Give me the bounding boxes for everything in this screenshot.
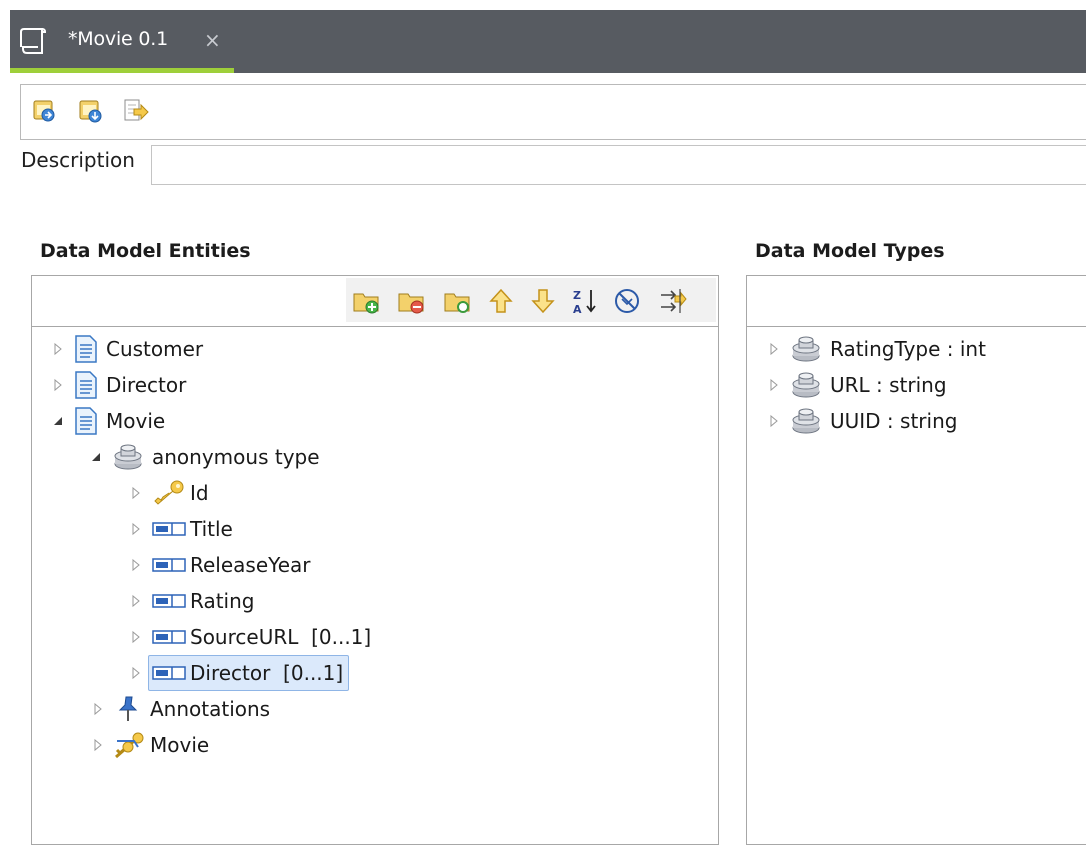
keys-icon <box>115 732 144 759</box>
tree-item-source-url[interactable]: SourceURL [0...1] <box>128 620 371 654</box>
editor-toolbar <box>20 84 1086 140</box>
tree-item-customer[interactable]: Customer <box>50 332 203 366</box>
pushpin-icon <box>118 696 138 721</box>
editor-tab-movie[interactable]: *Movie 0.1 × <box>10 10 234 73</box>
tree-item-anonymous-type[interactable]: anonymous type <box>88 440 320 474</box>
tree-item-label: Director [0...1] <box>190 661 344 685</box>
expand-arrow-icon[interactable] <box>128 593 144 609</box>
expand-arrow-icon[interactable] <box>128 665 144 681</box>
expand-arrow-icon[interactable] <box>90 701 106 717</box>
tree-item-id[interactable]: Id <box>128 476 209 510</box>
tree-item-label: ReleaseYear <box>190 553 311 577</box>
types-section-title: Data Model Types <box>755 240 945 262</box>
simple-element-icon <box>152 558 186 572</box>
sort-az-icon[interactable]: Z A <box>570 286 600 316</box>
simple-element-icon <box>152 594 186 608</box>
entity-document-icon <box>75 335 97 363</box>
complex-type-icon <box>114 444 142 470</box>
tree-item-label: Customer <box>106 337 204 361</box>
tree-item-label: Id <box>190 481 209 505</box>
expand-arrow-icon[interactable] <box>128 629 144 645</box>
expand-arrow-icon[interactable] <box>128 521 144 537</box>
entities-section-title: Data Model Entities <box>40 240 251 262</box>
tree-item-movie[interactable]: Movie <box>50 404 165 438</box>
tree-item-label: Title <box>190 517 233 541</box>
type-item[interactable]: RatingType : int <box>766 332 986 366</box>
editor-tab-title: *Movie 0.1 <box>68 28 168 50</box>
top-margin <box>0 0 1086 10</box>
collapse-arrow-icon[interactable] <box>88 449 104 465</box>
svg-text:A: A <box>573 303 582 316</box>
complex-type-icon <box>792 372 820 398</box>
expand-arrow-icon[interactable] <box>90 737 106 753</box>
tree-item-label: anonymous type <box>152 445 320 469</box>
expand-arrow-icon[interactable] <box>128 557 144 573</box>
description-input[interactable] <box>151 145 1086 185</box>
type-item[interactable]: URL : string <box>766 368 947 402</box>
move-up-icon[interactable] <box>486 286 516 316</box>
tree-item-label: SourceURL [0...1] <box>190 625 372 649</box>
expand-arrow-icon[interactable] <box>50 341 66 357</box>
expand-arrow-icon[interactable] <box>766 377 782 393</box>
export-icon[interactable] <box>77 97 105 125</box>
selected-highlight[interactable]: Director [0...1] <box>148 655 350 691</box>
import-icon[interactable] <box>31 97 59 125</box>
simple-element-icon <box>152 522 186 536</box>
schema-document-icon <box>20 28 46 54</box>
collapse-arrow-icon[interactable] <box>50 413 66 429</box>
types-toolbar <box>747 276 1086 327</box>
type-item-label: RatingType : int <box>830 337 986 361</box>
tree-item-release-year[interactable]: ReleaseYear <box>128 548 311 582</box>
entities-toolbar: Z A <box>32 276 718 327</box>
tree-item-label: Rating <box>190 589 255 613</box>
tree-item-label: Movie <box>150 733 210 757</box>
entity-document-icon <box>75 407 97 435</box>
description-label: Description <box>21 148 135 172</box>
tree-item-annotations[interactable]: Annotations <box>90 692 270 726</box>
close-icon[interactable]: × <box>204 28 221 52</box>
open-schema-icon[interactable] <box>121 97 149 125</box>
complex-type-icon <box>792 408 820 434</box>
svg-text:Z: Z <box>573 289 581 302</box>
filter-off-icon[interactable] <box>612 286 642 316</box>
entity-document-icon <box>75 371 97 399</box>
expand-arrow-icon[interactable] <box>128 485 144 501</box>
tree-item-label: Movie <box>106 409 166 433</box>
type-item-label: UUID : string <box>830 409 958 433</box>
tree-item-movie-keys[interactable]: Movie <box>90 728 209 762</box>
expand-arrow-icon[interactable] <box>766 413 782 429</box>
active-tab-indicator <box>10 68 234 73</box>
type-item-label: URL : string <box>830 373 947 397</box>
complex-type-icon <box>792 336 820 362</box>
add-element-icon[interactable] <box>442 286 472 316</box>
simple-element-icon <box>152 666 186 680</box>
tree-item-label: Annotations <box>150 697 271 721</box>
delete-entity-icon[interactable] <box>396 286 426 316</box>
tree-item-rating[interactable]: Rating <box>128 584 254 618</box>
tree-item-director-field[interactable]: Director [0...1] <box>128 655 350 691</box>
tree-item-title[interactable]: Title <box>128 512 233 546</box>
entities-tool-group: Z A <box>346 278 716 322</box>
type-item[interactable]: UUID : string <box>766 404 957 438</box>
key-icon <box>154 480 184 505</box>
simple-element-icon <box>152 630 186 644</box>
tree-item-director[interactable]: Director <box>50 368 186 402</box>
expand-collapse-icon[interactable] <box>658 286 688 316</box>
editor-tab-bar: *Movie 0.1 × <box>10 10 1086 73</box>
move-down-icon[interactable] <box>528 286 558 316</box>
add-entity-icon[interactable] <box>351 286 381 316</box>
expand-arrow-icon[interactable] <box>766 341 782 357</box>
expand-arrow-icon[interactable] <box>50 377 66 393</box>
tree-item-label: Director <box>106 373 187 397</box>
